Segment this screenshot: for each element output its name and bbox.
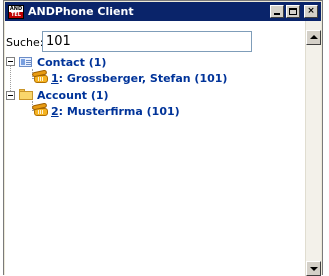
minimize-icon [274,13,280,15]
scroll-up-button[interactable] [306,30,321,45]
tree-leaf-label: 2: Musterfirma (101) [51,105,180,119]
collapse-toggle-icon[interactable] [6,91,15,100]
close-button[interactable]: × [304,5,318,18]
phone-icon [31,69,49,85]
phone-icon [31,102,49,118]
app-icon-bottom-text: TEL [9,12,23,18]
hotkey-number: 2 [51,105,59,118]
vertical-scrollbar[interactable] [305,21,321,276]
leaf-text: : Musterfirma (101) [58,105,180,118]
result-tree: Contact (1) 1: Grossberger, Stefan (101)… [5,55,305,276]
hotkey-number: 1 [51,72,59,85]
andphone-client-window: AND TEL ANDPhone Client × Suche: 101 Con… [0,0,329,276]
maximize-icon [289,8,297,15]
contact-card-icon [18,55,34,69]
client-area: Suche: 101 Contact (1) 1: Grossberger, S… [5,21,321,276]
tree-node-label: Account (1) [37,89,109,102]
minimize-button[interactable] [270,5,284,18]
scroll-down-button[interactable] [306,261,321,276]
arrow-up-icon [310,35,318,39]
maximize-button[interactable] [286,5,300,18]
window-title: ANDPhone Client [28,5,134,18]
collapse-toggle-icon[interactable] [6,57,15,66]
close-icon: × [307,6,315,16]
tree-leaf-label: 1: Grossberger, Stefan (101) [51,72,227,86]
tree-node-label: Contact (1) [37,56,107,69]
folder-icon [18,88,34,101]
titlebar[interactable]: AND TEL ANDPhone Client × [5,2,321,21]
window-right-margin [323,0,329,275]
search-label: Suche: [6,36,44,49]
window-frame: AND TEL ANDPhone Client × Suche: 101 Con… [3,0,323,276]
andtel-app-icon: AND TEL [8,5,24,19]
search-input[interactable] [42,31,252,52]
arrow-down-icon [310,267,318,271]
leaf-text: : Grossberger, Stefan (101) [58,72,228,85]
